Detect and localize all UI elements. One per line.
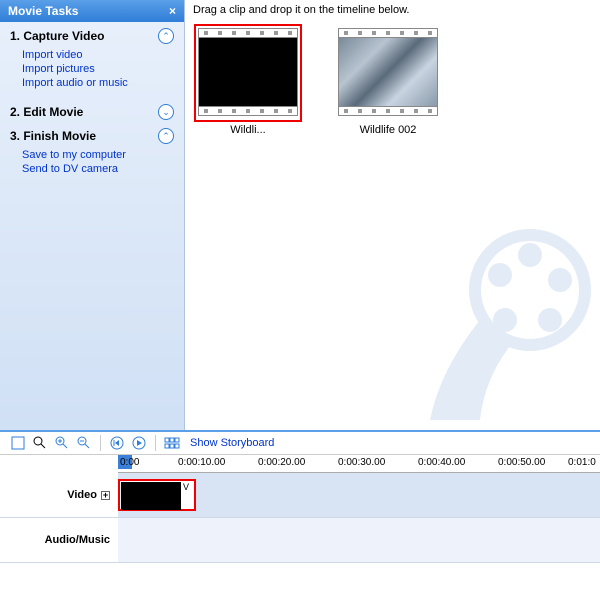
clip-thumbnail-selected[interactable]	[198, 28, 298, 118]
chevron-up-icon[interactable]: ⌃	[158, 128, 174, 144]
link-save-computer[interactable]: Save to my computer	[22, 148, 174, 162]
movie-tasks-sidebar: Movie Tasks × 1. Capture Video ⌃ Import …	[0, 0, 185, 430]
zoom-in-icon[interactable]	[54, 435, 70, 451]
clip-label: Wildlife 002	[333, 124, 443, 136]
clip-thumbnail[interactable]	[338, 28, 438, 118]
storyboard-icon[interactable]	[164, 435, 180, 451]
audio-track-label: Audio/Music	[45, 534, 110, 546]
drag-hint: Drag a clip and drop it on the timeline …	[193, 4, 592, 16]
chevron-up-icon[interactable]: ⌃	[158, 28, 174, 44]
link-import-audio[interactable]: Import audio or music	[22, 76, 174, 90]
film-reel-watermark-icon	[400, 210, 600, 430]
section-capture-video[interactable]: 1. Capture Video ⌃	[0, 22, 184, 46]
timeline-ruler[interactable]: 0:00 0:00:10.00 0:00:20.00 0:00:30.00 0:…	[118, 455, 600, 473]
sidebar-title: Movie Tasks	[8, 4, 78, 18]
clip-short-label: V	[182, 481, 190, 509]
play-icon[interactable]	[131, 435, 147, 451]
zoom-fit-icon[interactable]	[10, 435, 26, 451]
link-send-dv[interactable]: Send to DV camera	[22, 162, 174, 176]
timeline-pane: Show Storyboard 0:00 0:00:10.00 0:00:20.…	[0, 430, 600, 600]
clip-item[interactable]: Wildlife 002	[333, 28, 443, 136]
zoom-out-icon[interactable]	[76, 435, 92, 451]
link-import-video[interactable]: Import video	[22, 48, 174, 62]
chevron-down-icon[interactable]: ⌄	[158, 104, 174, 120]
sidebar-header: Movie Tasks ×	[0, 0, 184, 22]
close-icon[interactable]: ×	[169, 4, 176, 18]
search-icon[interactable]	[32, 435, 48, 451]
link-import-pictures[interactable]: Import pictures	[22, 62, 174, 76]
video-track[interactable]: Video + V	[0, 473, 600, 518]
section-edit-movie[interactable]: 2. Edit Movie ⌄	[0, 98, 184, 122]
clip-label: Wildli...	[193, 124, 303, 136]
show-storyboard-link[interactable]: Show Storyboard	[190, 437, 274, 449]
clip-item[interactable]: Wildli...	[193, 28, 303, 136]
collection-pane: Drag a clip and drop it on the timeline …	[185, 0, 600, 430]
audio-track[interactable]: Audio/Music	[0, 518, 600, 563]
video-track-label: Video	[67, 489, 97, 501]
timeline-toolbar: Show Storyboard	[0, 432, 600, 455]
section-finish-movie[interactable]: 3. Finish Movie ⌃	[0, 122, 184, 146]
expand-icon[interactable]: +	[101, 491, 110, 500]
rewind-icon[interactable]	[109, 435, 125, 451]
timeline-clip[interactable]: V	[118, 479, 196, 511]
